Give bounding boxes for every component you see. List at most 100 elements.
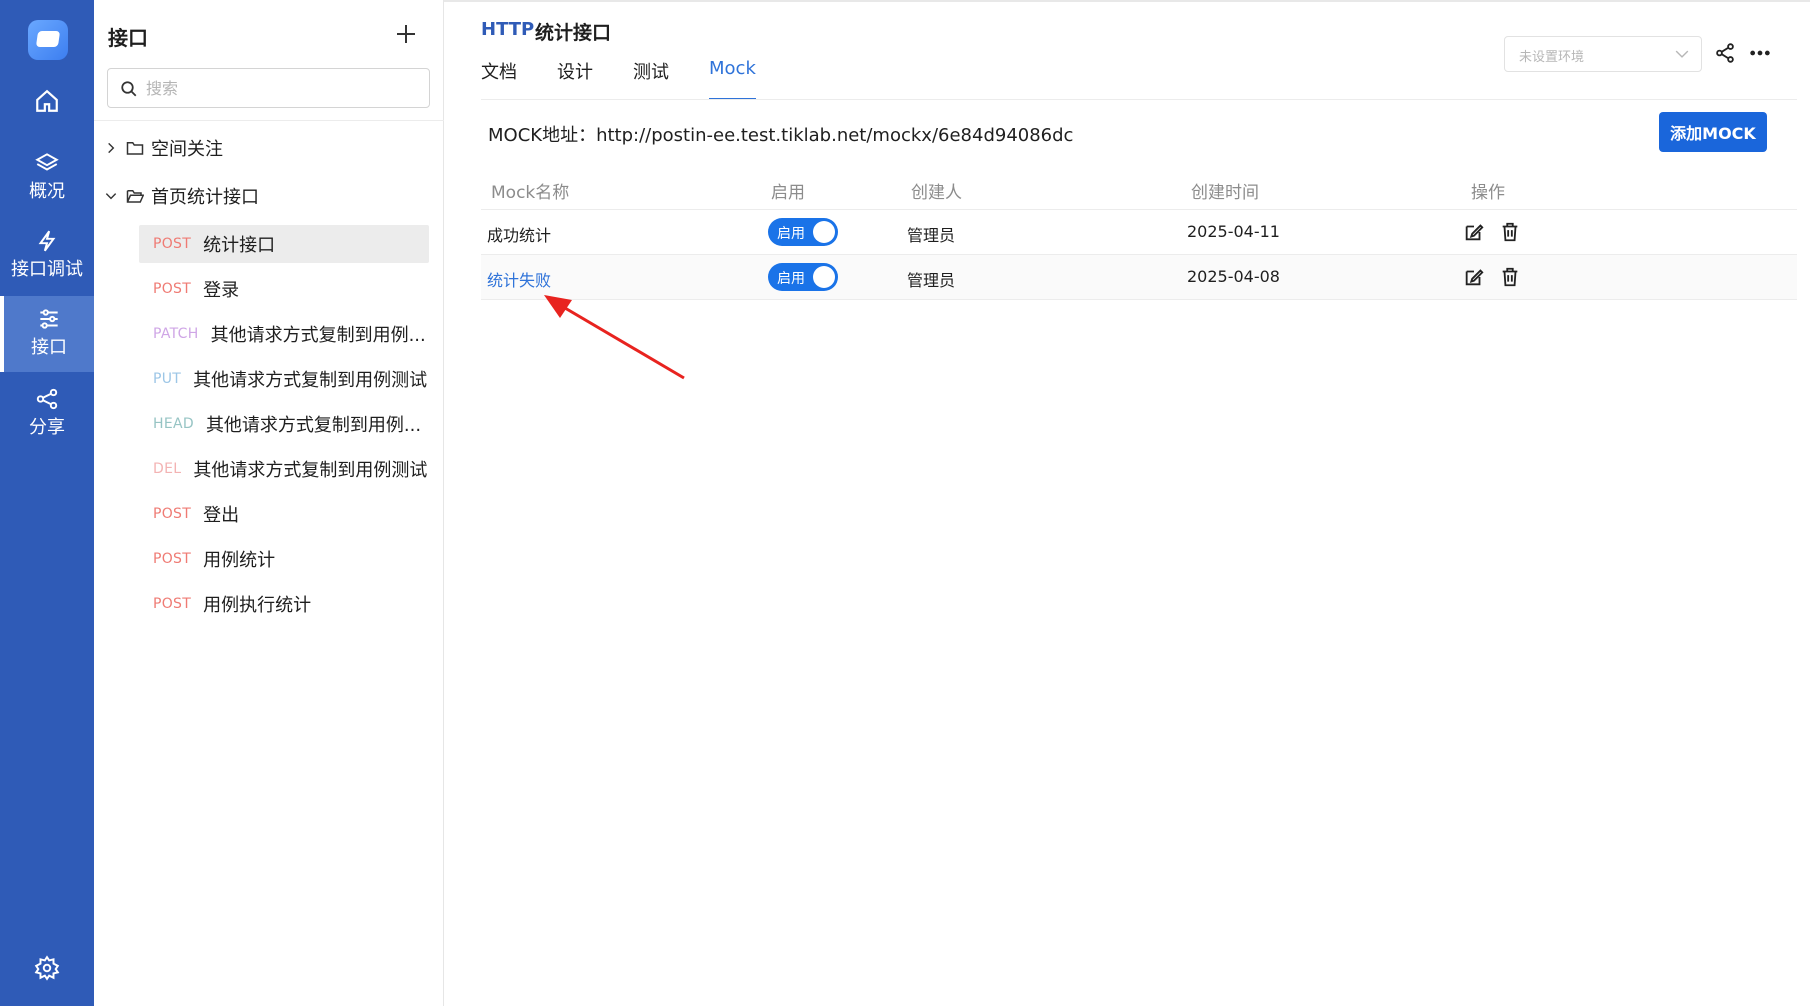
left-nav-rail: 概况 接口调试 接口 分享 [0,0,94,1006]
folder-space-follow[interactable]: 空间关注 [104,134,223,162]
search-icon [121,81,137,97]
toggle-knob [813,266,835,288]
api-method-badge: POST [153,506,192,522]
search-box [107,68,430,108]
api-method-badge: PUT [153,371,182,387]
api-name: 其他请求方式复制到用例... [210,325,426,346]
tab-mock[interactable]: Mock [709,58,756,100]
mock-address-label: MOCK地址： [488,125,597,146]
folder-icon [126,142,144,155]
protocol-label: HTTP [481,19,535,40]
bolt-icon [38,230,56,252]
api-method-badge: HEAD [153,416,194,432]
toggle-knob [813,221,835,243]
api-item[interactable]: PATCH 其他请求方式复制到用例... [139,315,429,353]
api-name: 其他请求方式复制到用例测试 [193,370,428,391]
table-body: 成功统计 管理员 2025-04-11 启用 统计失败 管理员 2025-04-08 启用 [481,210,1797,300]
add-icon[interactable] [394,22,418,46]
api-item[interactable]: DEL 其他请求方式复制到用例测试 [139,450,429,488]
rail-item-share[interactable]: 分享 [0,376,94,452]
mock-name-cell: 成功统计 [487,226,552,245]
app-window: 概况 接口调试 接口 分享 接口 空间关注 [0,0,1810,1006]
creator-cell: 管理员 [907,226,956,245]
api-tree-panel: 接口 空间关注 首页统计接口 POST 统计接口 POST 登录 PATCH 其他请求方式… [94,0,444,1006]
edit-icon[interactable] [1463,221,1485,243]
arrow-shaft [547,296,685,380]
rail-item-overview[interactable]: 概况 [0,140,94,216]
tree-title: 接口 [108,26,148,50]
main-content: HTTP 统计接口 文档 设计 测试 Mock 未设置环境 MOCK地址：htt… [444,0,1810,1006]
more-icon[interactable] [1748,42,1772,64]
api-method-badge: DEL [153,461,182,477]
column-header: 操作 [1471,183,1505,203]
share-icon [36,388,58,410]
folder-open-icon [126,190,144,203]
folder-label: 首页统计接口 [151,187,259,208]
api-name: 登录 [203,280,240,301]
api-item[interactable]: POST 用例统计 [139,540,429,578]
enable-toggle[interactable]: 启用 [768,263,838,291]
environment-select[interactable]: 未设置环境 [1504,36,1702,72]
api-name: 其他请求方式复制到用例... [205,415,422,436]
api-name: 用例执行统计 [203,595,312,616]
mock-address-value: http://postin-ee.test.tiklab.net/mockx/6… [596,125,1074,146]
folder-home-stats[interactable]: 首页统计接口 [104,182,259,210]
edit-icon[interactable] [1463,266,1485,288]
api-method-badge: PATCH [153,326,199,342]
mock-address: MOCK地址：http://postin-ee.test.tiklab.net/… [488,121,1073,147]
divider [94,120,444,121]
api-name: 用例统计 [203,550,276,571]
table-row: 成功统计 管理员 2025-04-11 启用 [481,210,1797,255]
folder-label: 空间关注 [151,139,223,160]
chevron-right-icon [108,142,115,154]
sliders-icon [40,309,58,329]
rail-item-label: 接口 [31,337,67,358]
tab-bar: 文档 设计 测试 Mock [481,58,796,100]
app-logo[interactable] [28,20,68,60]
top-border [444,0,1810,2]
api-method-badge: POST [153,236,192,252]
enable-toggle[interactable]: 启用 [768,218,838,246]
api-method-badge: POST [153,596,192,612]
mock-table: Mock名称 启用 创建人 创建时间 操作 成功统计 管理员 2025-04-11 启… [481,166,1797,300]
home-icon[interactable] [0,82,94,126]
rail-item-label: 概况 [29,181,65,202]
rail-item-debug[interactable]: 接口调试 [0,218,94,294]
environment-placeholder: 未设置环境 [1519,50,1585,65]
api-item[interactable]: POST 登出 [139,495,429,533]
chevron-down-icon [105,193,117,200]
add-mock-button[interactable]: 添加MOCK [1659,112,1767,152]
mock-name-cell[interactable]: 统计失败 [487,267,551,291]
api-name: 其他请求方式复制到用例测试 [193,460,428,481]
tab-test[interactable]: 测试 [633,58,669,100]
api-method-badge: POST [153,551,192,567]
rail-item-label: 接口调试 [11,259,83,280]
api-item[interactable]: HEAD 其他请求方式复制到用例... [139,405,429,443]
layers-icon [35,153,59,171]
divider [481,99,1797,100]
created-time-cell: 2025-04-11 [1187,222,1280,241]
rail-item-api[interactable]: 接口 [0,296,94,372]
api-name: 登出 [203,505,240,526]
settings-gear-icon[interactable] [0,955,94,989]
trash-icon[interactable] [1499,266,1521,288]
api-item[interactable]: PUT 其他请求方式复制到用例测试 [139,360,429,398]
table-header: Mock名称 启用 创建人 创建时间 操作 [481,166,1797,210]
api-method-badge: POST [153,281,192,297]
column-header: 创建人 [911,183,962,203]
toggle-label: 启用 [777,226,805,242]
rail-item-label: 分享 [29,417,65,438]
toggle-label: 启用 [777,271,805,287]
api-item[interactable]: POST 用例执行统计 [139,585,429,623]
api-item[interactable]: POST 统计接口 [139,225,429,263]
column-header: Mock名称 [491,183,570,203]
chevron-down-icon [1675,50,1689,58]
api-item[interactable]: POST 登录 [139,270,429,308]
search-input[interactable] [146,75,416,101]
tab-design[interactable]: 设计 [557,58,593,100]
share-icon[interactable] [1714,42,1736,64]
tab-doc[interactable]: 文档 [481,58,517,100]
table-row: 统计失败 管理员 2025-04-08 启用 [481,255,1797,300]
api-name: 统计接口 [203,235,276,256]
trash-icon[interactable] [1499,221,1521,243]
